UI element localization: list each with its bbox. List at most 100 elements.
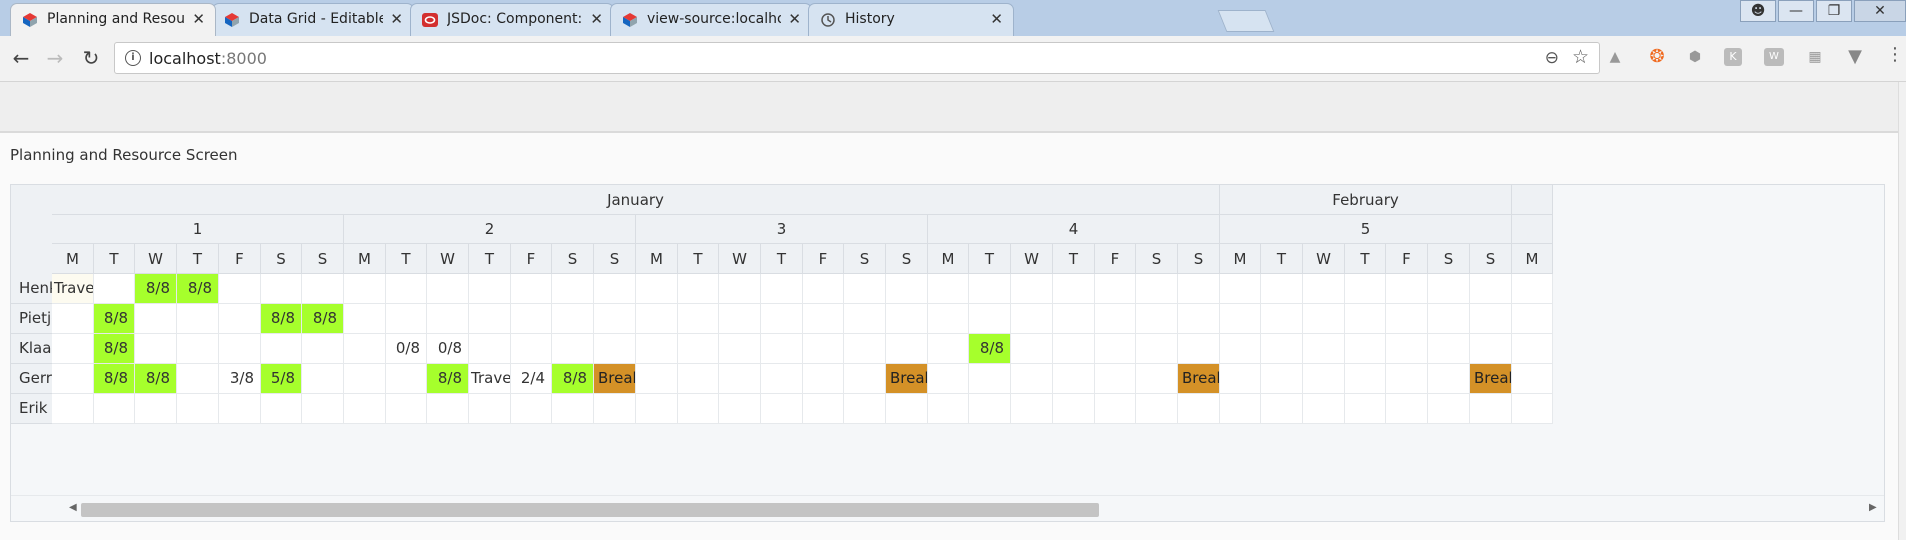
grid-cell[interactable]	[1053, 334, 1095, 364]
grid-cell[interactable]	[678, 394, 719, 424]
grid-cell[interactable]	[969, 304, 1011, 334]
grid-cell[interactable]	[761, 334, 803, 364]
grid-cell[interactable]: 8/8	[94, 304, 135, 334]
grid-cell[interactable]	[678, 274, 719, 304]
grid-cell[interactable]	[969, 274, 1011, 304]
grid-cell[interactable]	[803, 334, 844, 364]
grid-cell[interactable]	[177, 304, 219, 334]
ubuntu-extension-icon[interactable]: ❂	[1646, 46, 1668, 68]
grid-cell[interactable]	[594, 334, 636, 364]
grid-cell[interactable]	[1261, 394, 1303, 424]
grid-cell[interactable]	[427, 394, 469, 424]
grid-cell[interactable]	[52, 304, 94, 334]
profile-button[interactable]: ☻	[1740, 0, 1776, 22]
grid-cell[interactable]	[678, 364, 719, 394]
close-tab-icon[interactable]: ✕	[192, 10, 205, 28]
grid-cell[interactable]	[344, 364, 386, 394]
grid-cell[interactable]: 8/8	[94, 364, 135, 394]
grid-cell[interactable]	[636, 334, 678, 364]
grid-cell[interactable]	[1095, 304, 1136, 334]
grid-cell[interactable]	[719, 364, 761, 394]
grid-cell[interactable]	[636, 394, 678, 424]
grid-cell[interactable]	[1386, 364, 1428, 394]
grid-cell[interactable]	[844, 364, 886, 394]
grid-cell[interactable]	[844, 274, 886, 304]
grid-cell[interactable]	[1136, 304, 1178, 334]
grid-cell[interactable]	[594, 304, 636, 334]
w-extension-icon[interactable]: W	[1764, 48, 1784, 66]
grid-cell[interactable]	[1261, 304, 1303, 334]
grid-cell[interactable]	[969, 394, 1011, 424]
grid-cell[interactable]: 8/8	[177, 274, 219, 304]
grid-cell[interactable]	[135, 334, 177, 364]
grid-cell[interactable]	[1011, 274, 1053, 304]
grid-cell[interactable]	[1011, 364, 1053, 394]
k-extension-icon[interactable]: K	[1724, 48, 1742, 66]
grid-cell[interactable]	[1428, 334, 1470, 364]
grid-cell[interactable]	[94, 394, 135, 424]
grid-cell[interactable]: 0/8	[427, 334, 469, 364]
grid-cell[interactable]	[1428, 364, 1470, 394]
grid-cell[interactable]	[1345, 274, 1386, 304]
grid-cell[interactable]	[1220, 334, 1261, 364]
grid-cell[interactable]	[1386, 304, 1428, 334]
cube-extension-icon[interactable]: ⬢	[1684, 46, 1706, 68]
grid-cell[interactable]	[1512, 334, 1553, 364]
grid-cell[interactable]: 5/8	[261, 364, 302, 394]
grid-cell[interactable]	[1303, 274, 1345, 304]
grid-cell[interactable]: Break	[886, 364, 928, 394]
grid-cell[interactable]	[1011, 394, 1053, 424]
grid-cell[interactable]: Travel	[469, 364, 511, 394]
grid-cell[interactable]	[1512, 274, 1553, 304]
grid-cell[interactable]	[803, 394, 844, 424]
grid-cell[interactable]: 8/8	[302, 304, 344, 334]
grid-cell[interactable]	[1178, 334, 1220, 364]
grid-cell[interactable]	[1011, 304, 1053, 334]
scroll-left-icon[interactable]: ◀	[69, 502, 77, 513]
grid-cell[interactable]	[1220, 274, 1261, 304]
grid-cell[interactable]: 8/8	[969, 334, 1011, 364]
bookmark-star-icon[interactable]: ☆	[1572, 46, 1589, 68]
grid-cell[interactable]	[1261, 274, 1303, 304]
grid-cell[interactable]	[302, 394, 344, 424]
grid-cell[interactable]	[1095, 334, 1136, 364]
grid-cell[interactable]	[552, 334, 594, 364]
grid-cell[interactable]	[219, 334, 261, 364]
grid-cell[interactable]	[1178, 394, 1220, 424]
grid-cell[interactable]	[1178, 304, 1220, 334]
grid-cell[interactable]	[844, 334, 886, 364]
grid-cell[interactable]	[386, 274, 427, 304]
drive-extension-icon[interactable]: ▲	[1604, 46, 1626, 68]
horizontal-scrollbar[interactable]: ◀ ▶	[11, 495, 1884, 521]
grid-cell[interactable]	[1053, 274, 1095, 304]
back-icon[interactable]: ←	[8, 45, 34, 71]
grid-cell[interactable]	[135, 394, 177, 424]
grid-cell[interactable]	[1303, 394, 1345, 424]
grid-cell[interactable]: Break	[594, 364, 636, 394]
grid-cell[interactable]	[719, 394, 761, 424]
page-scrollbar[interactable]	[1898, 82, 1906, 540]
grid-extension-icon[interactable]: ▦	[1804, 46, 1826, 68]
grid-cell[interactable]	[1470, 394, 1512, 424]
grid-cell[interactable]	[1136, 364, 1178, 394]
grid-cell[interactable]: Break	[1178, 364, 1220, 394]
grid-cell[interactable]	[469, 334, 511, 364]
grid-cell[interactable]	[803, 274, 844, 304]
grid-cell[interactable]: 2/4	[511, 364, 552, 394]
close-tab-icon[interactable]: ✕	[390, 10, 403, 28]
grid-cell[interactable]	[552, 394, 594, 424]
grid-cell[interactable]	[1386, 394, 1428, 424]
close-tab-icon[interactable]: ✕	[990, 10, 1003, 28]
grid-cell[interactable]	[469, 394, 511, 424]
grid-cell[interactable]	[1512, 304, 1553, 334]
grid-cell[interactable]	[219, 304, 261, 334]
grid-cell[interactable]	[719, 334, 761, 364]
grid-cell[interactable]	[1136, 394, 1178, 424]
grid-cell[interactable]	[1345, 334, 1386, 364]
grid-cell[interactable]	[344, 394, 386, 424]
grid-cell[interactable]	[386, 304, 427, 334]
grid-cell[interactable]	[1220, 304, 1261, 334]
reload-icon[interactable]: ↻	[78, 45, 104, 71]
grid-cell[interactable]	[1011, 334, 1053, 364]
grid-cell[interactable]	[761, 364, 803, 394]
